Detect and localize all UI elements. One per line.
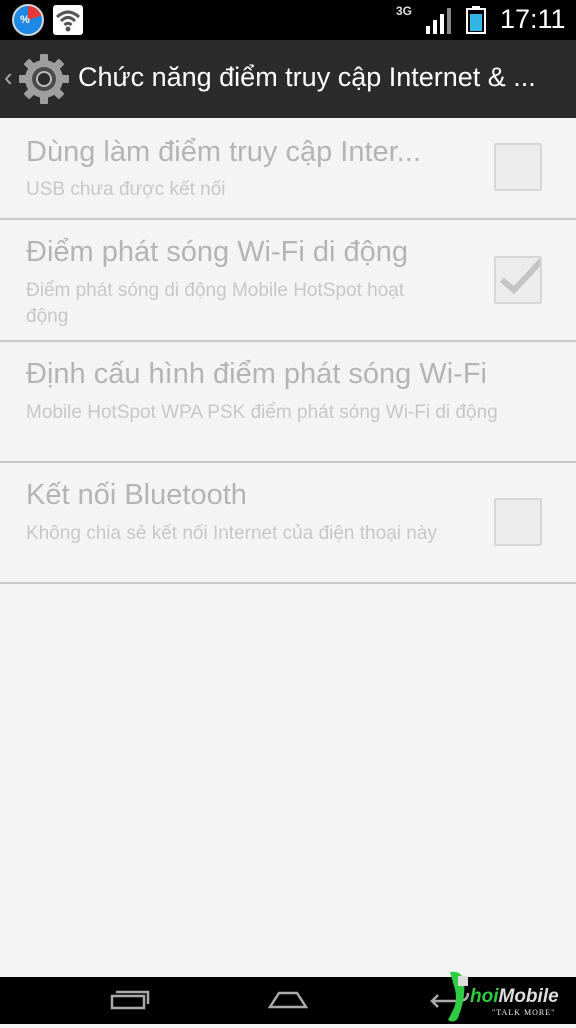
bluetooth-tethering-item[interactable]: Kết nối Bluetooth Không chia sẻ kết nối … — [0, 463, 576, 584]
signal-icon — [426, 8, 451, 34]
settings-gear-icon — [19, 54, 69, 104]
item-title: Điểm phát sóng Wi-Fi di động — [26, 236, 408, 268]
settings-list: Dùng làm điểm truy cập Inter... USB chưa… — [0, 118, 576, 584]
watermark-brand-white: Mobile — [498, 986, 559, 1007]
usb-tethering-item[interactable]: Dùng làm điểm truy cập Inter... USB chưa… — [0, 118, 576, 220]
battery-icon — [466, 6, 486, 34]
percent-icon: % — [12, 4, 44, 36]
item-title: Kết nối Bluetooth — [26, 479, 247, 511]
action-bar: ‹ Chức năng điểm truy cập Internet & ... — [0, 40, 576, 118]
up-navigation-button[interactable]: ‹ — [0, 40, 76, 118]
watermark-brand-green: hoi — [470, 986, 499, 1007]
bluetooth-tethering-checkbox[interactable] — [494, 498, 542, 546]
wifi-hotspot-checkbox[interactable] — [494, 256, 542, 304]
phone-logo-icon — [448, 971, 468, 1022]
item-subtitle: USB chưa được kết nối — [26, 179, 226, 200]
network-type-label: 3G — [396, 4, 413, 18]
usb-tethering-checkbox[interactable] — [494, 143, 542, 191]
wifi-hotspot-item[interactable]: Điểm phát sóng Wi-Fi di động Điểm phát s… — [0, 220, 576, 342]
chevron-left-icon: ‹ — [4, 62, 13, 92]
home-icon — [267, 991, 309, 1009]
clock: 17:11 — [500, 4, 566, 34]
watermark-tagline: "TALK MORE" — [492, 1008, 556, 1017]
status-bar: % 3G 17:11 — [0, 0, 576, 40]
home-button[interactable] — [243, 977, 333, 1024]
checkmark-icon — [500, 258, 540, 295]
recent-apps-icon — [110, 990, 150, 1010]
watermark-brand: hoiMobile — [470, 986, 559, 1008]
configure-hotspot-item[interactable]: Định cấu hình điểm phát sóng Wi-Fi Mobil… — [0, 342, 576, 463]
wifi-icon — [53, 5, 83, 35]
item-title: Định cấu hình điểm phát sóng Wi-Fi — [26, 358, 487, 390]
item-subtitle: Mobile HotSpot WPA PSK điểm phát sóng Wi… — [26, 402, 498, 423]
item-subtitle: Điểm phát sóng di động Mobile HotSpot ho… — [26, 280, 405, 327]
page-title: Chức năng điểm truy cập Internet & ... — [78, 62, 536, 92]
item-title: Dùng làm điểm truy cập Inter... — [26, 136, 421, 168]
recent-apps-button[interactable] — [84, 977, 174, 1024]
item-subtitle: Không chia sẻ kết nối Internet của điện … — [26, 523, 437, 544]
